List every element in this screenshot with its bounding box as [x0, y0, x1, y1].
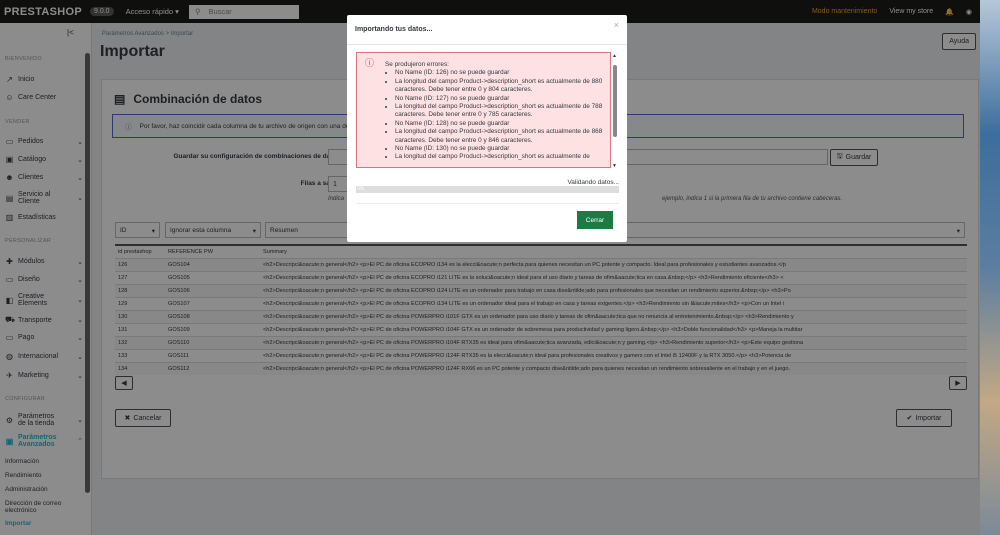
- divider: [356, 203, 619, 204]
- progress-status: Validando datos...: [567, 179, 619, 186]
- import-progress-modal: Importando tus datos... × ⓘ Se produjero…: [347, 15, 627, 242]
- errors-heading: Se produjeron errores:: [385, 61, 449, 68]
- close-button[interactable]: Cerrar: [577, 211, 613, 229]
- error-item: La longitud del campo Product->descripti…: [395, 103, 604, 120]
- error-item: No Name (ID: 128) no se puede guardar: [395, 120, 604, 128]
- error-list: No Name (ID: 126) no se puede guardarLa …: [395, 69, 604, 161]
- error-item: La longitud del campo Product->descripti…: [395, 153, 604, 161]
- progress-bar: 0%: [356, 186, 619, 193]
- error-item: No Name (ID: 130) no se puede guardar: [395, 145, 604, 153]
- error-item: La longitud del campo Product->descripti…: [395, 78, 604, 95]
- error-icon: ⓘ: [365, 58, 375, 68]
- error-item: La longitud del campo Product->descripti…: [395, 128, 604, 145]
- error-item: No Name (ID: 127) no se puede guardar: [395, 95, 604, 103]
- desktop-wallpaper: [980, 0, 1000, 535]
- progress-label: 0%: [357, 186, 365, 192]
- error-item: No Name (ID: 126) no se puede guardar: [395, 69, 604, 77]
- modal-title: Importando tus datos...: [347, 15, 627, 45]
- error-scrollbar[interactable]: ▲ ▼: [612, 53, 618, 169]
- close-icon[interactable]: ×: [614, 20, 619, 30]
- error-alert: ⓘ Se produjeron errores: No Name (ID: 12…: [356, 52, 611, 168]
